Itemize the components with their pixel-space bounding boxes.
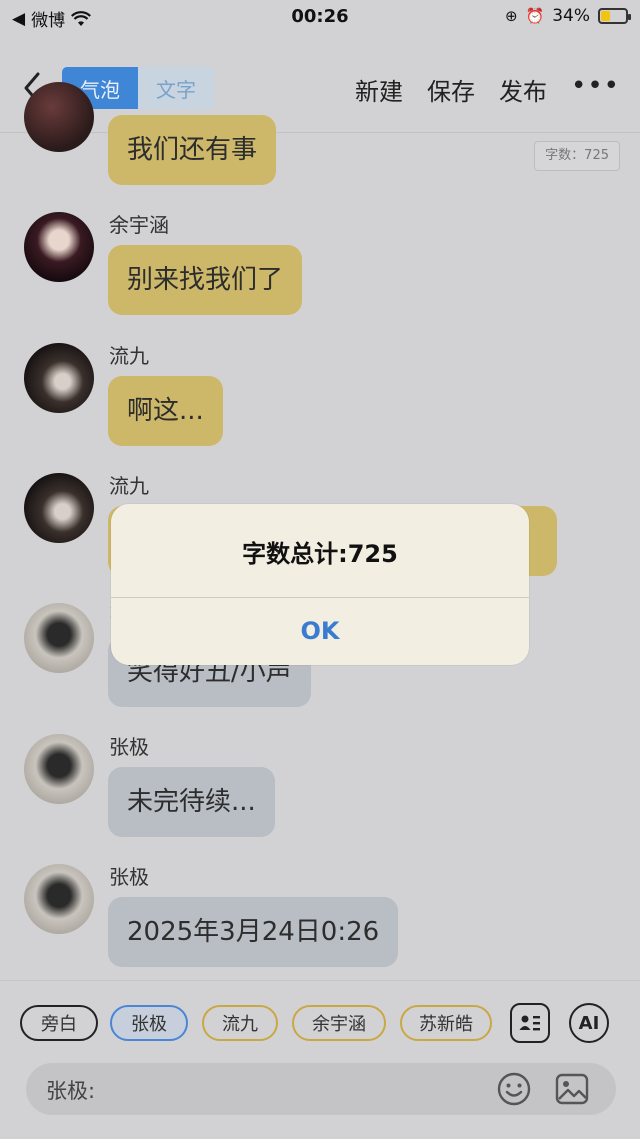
sender-name: 余宇涵	[109, 213, 169, 237]
rotation-lock-icon: ⊕	[504, 7, 518, 25]
battery-icon	[598, 8, 631, 24]
ai-button[interactable]: AI	[569, 1003, 609, 1043]
alarm-icon: ⏰	[525, 7, 545, 25]
avatar[interactable]	[24, 473, 94, 543]
avatar[interactable]	[24, 734, 94, 804]
avatar[interactable]	[24, 603, 94, 673]
message-input[interactable]: 张极:	[26, 1063, 616, 1115]
message-bubble[interactable]: 未完待续...	[108, 767, 275, 837]
tab-text[interactable]: 文字	[138, 67, 214, 109]
sender-name: 流九	[109, 474, 149, 498]
input-speaker-label: 张极:	[46, 1079, 96, 1103]
ok-button[interactable]: OK	[111, 597, 529, 665]
emoji-icon[interactable]	[496, 1071, 532, 1107]
avatar[interactable]	[24, 82, 94, 152]
avatar[interactable]	[24, 864, 94, 934]
role-chip-zhangji[interactable]: 张极	[110, 1005, 188, 1041]
nav-bar: 气泡 文字 新建 保存 发布 •••	[0, 60, 640, 118]
new-button[interactable]: 新建	[355, 72, 403, 107]
word-count-dialog: 字数总计:725 OK	[111, 504, 529, 665]
message-bubble[interactable]: 2025年3月24日0:26	[108, 897, 399, 967]
nav-divider	[0, 132, 640, 133]
sender-name: 张极	[109, 735, 149, 759]
message-bubble[interactable]: 啊这...	[108, 376, 223, 446]
more-icon[interactable]: •••	[571, 71, 620, 101]
role-manage-icon[interactable]	[510, 1003, 550, 1043]
sender-name: 流九	[109, 344, 149, 368]
role-chip-suxinhao[interactable]: 苏新皓	[400, 1005, 492, 1041]
publish-button[interactable]: 发布	[499, 72, 547, 107]
composer-bar: 旁白 张极 流九 余宇涵 苏新皓 AI 张极:	[0, 980, 640, 1139]
message-bubble[interactable]: 别来找我们了	[108, 245, 303, 315]
status-bar: ◀ 微博 00:26 ⊕ ⏰ 34%	[0, 0, 640, 34]
avatar[interactable]	[24, 212, 94, 282]
message-bubble[interactable]: 我们还有事	[108, 115, 277, 185]
role-chip-narrator[interactable]: 旁白	[20, 1005, 98, 1041]
role-chip-liujiu[interactable]: 流九	[202, 1005, 278, 1041]
save-button[interactable]: 保存	[427, 72, 475, 107]
role-chip-yuyuhan[interactable]: 余宇涵	[292, 1005, 386, 1041]
word-count-badge: 字数：725	[534, 141, 620, 171]
avatar[interactable]	[24, 343, 94, 413]
image-icon[interactable]	[554, 1071, 590, 1107]
dialog-title: 字数总计:725	[242, 540, 398, 568]
sender-name: 张极	[109, 865, 149, 889]
battery-percent: 34%	[552, 6, 590, 26]
